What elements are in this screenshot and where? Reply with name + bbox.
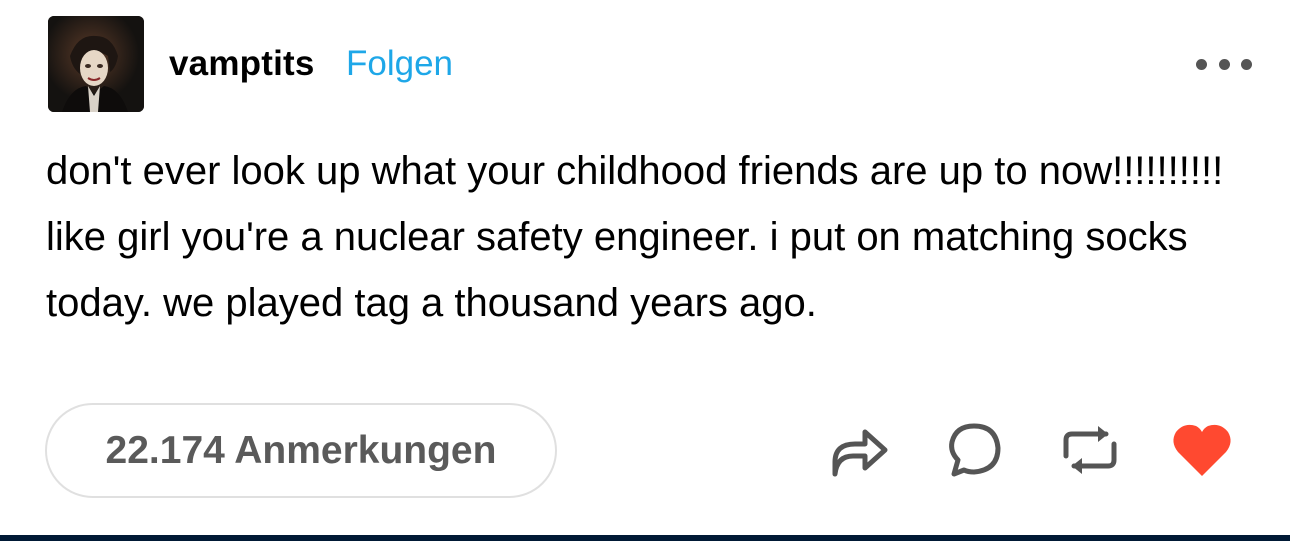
more-dot [1196,58,1207,70]
heart-icon[interactable] [1170,418,1234,482]
post-card: vamptits Folgen don't ever look up what … [0,0,1290,535]
notes-count-button[interactable]: 22.174 Anmerkungen [45,403,557,498]
more-dot [1218,58,1230,70]
reblog-icon[interactable] [1058,418,1122,482]
post-header: vamptits Folgen [48,16,1258,112]
follow-button[interactable]: Folgen [346,44,453,84]
bottom-bar [0,535,1290,541]
reply-icon[interactable] [942,418,1006,482]
avatar[interactable] [48,16,144,112]
share-icon[interactable] [827,418,891,482]
post-body-text: don't ever look up what your childhood f… [46,149,1224,325]
post-username[interactable]: vamptits [169,44,315,84]
more-options-icon[interactable] [1196,54,1252,74]
more-dot [1241,58,1252,70]
